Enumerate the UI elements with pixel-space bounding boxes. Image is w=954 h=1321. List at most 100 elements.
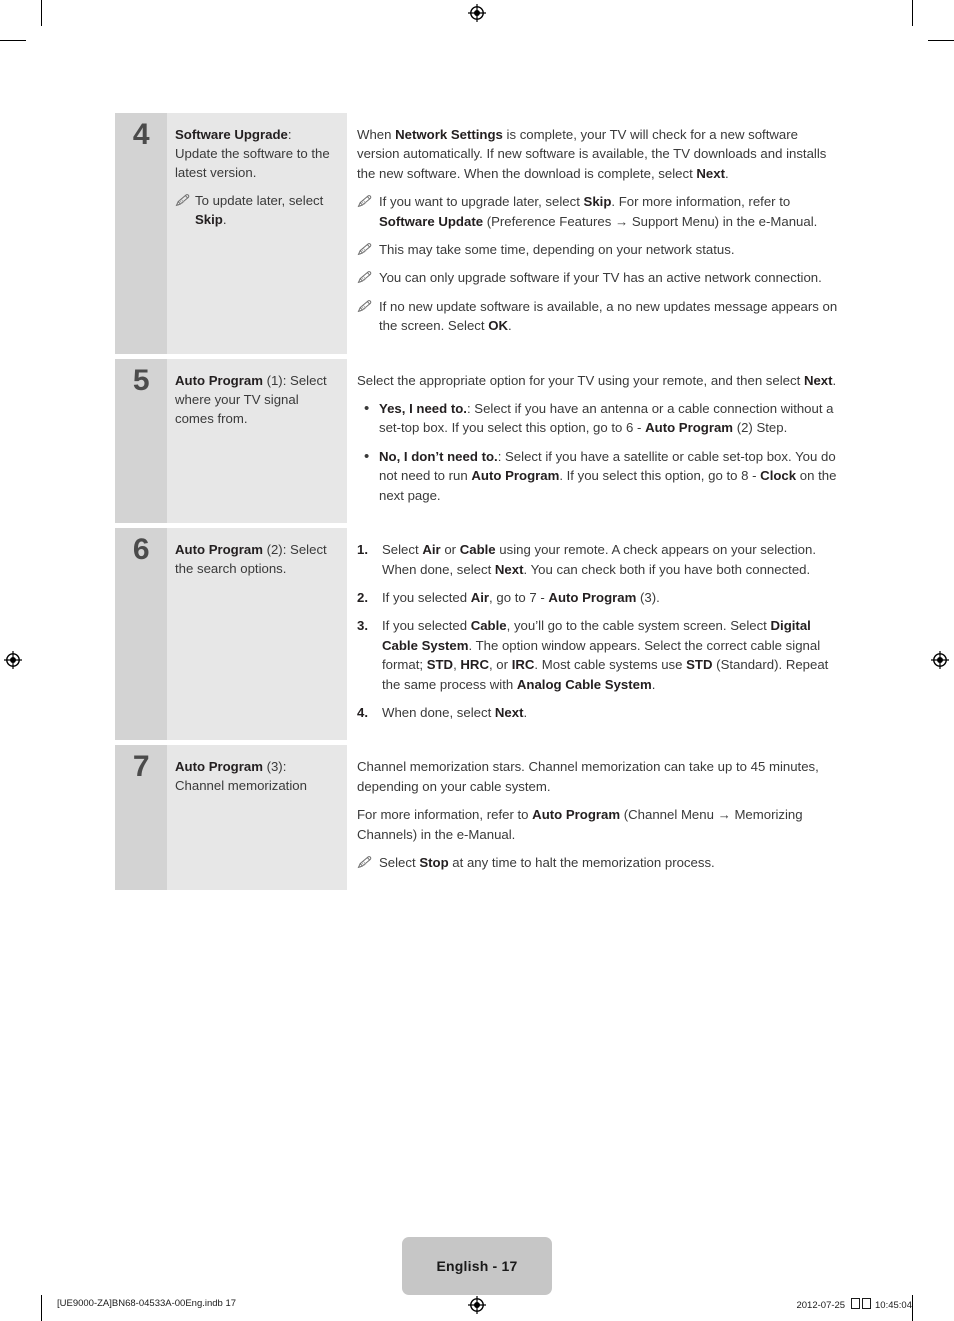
list-marker: 3. [357, 618, 368, 634]
bullet-2-bold-3: Clock [760, 468, 797, 484]
registration-mark-right [931, 651, 949, 669]
item-1-bold-1: Air [422, 542, 441, 558]
step-4-intro-bold-2: Next [696, 165, 725, 181]
step-detail-cell-7: Channel memorization stars. Channel memo… [347, 745, 839, 891]
bullet-1-bold-2: Auto Program [645, 420, 734, 436]
item-1-text-2: or [440, 542, 460, 558]
bullet-2-bold-2: Auto Program [471, 468, 560, 484]
crop-mark-top-right-vertical [912, 0, 913, 26]
step-5-intro-text-2: . [832, 372, 837, 388]
step-4-detail-note-4: If no new update software is available, … [357, 297, 839, 336]
print-time: 10:45:04 [875, 1300, 912, 1311]
step-4-intro-paragraph: When Network Settings is complete, your … [357, 125, 839, 183]
step-4-desc-body: Update the software to the latest versio… [175, 146, 330, 180]
page-number-label: English - 17 [436, 1258, 518, 1274]
item-4-bold-1: Next [494, 704, 524, 720]
print-timestamp: 2012-07-25 10:45:04 [796, 1298, 912, 1311]
step-5-title-bold: Auto Program [175, 372, 263, 388]
table-row-step-5: 5 Auto Program (1): Select where your TV… [115, 358, 839, 524]
registration-mark-top [468, 4, 486, 22]
list-marker: 2. [357, 589, 368, 605]
step-4-description: Software Upgrade: Update the software to… [175, 125, 333, 182]
step-4-intro-text-3: . [725, 165, 729, 181]
item-3-bold-1: Cable [470, 618, 507, 634]
note-2-text-1: This may take some time, depending on yo… [379, 242, 735, 258]
table-row-step-7: 7 Auto Program (3): Channel memorization… [115, 745, 839, 891]
step-6-numbered-list: 1. Select Air or Cable using your remote.… [357, 540, 839, 722]
step-4-note-bold: Skip [195, 212, 223, 227]
step-7-p2-text-1: For more information, refer to [357, 807, 533, 823]
step-4-intro-text-1: When [357, 127, 396, 142]
pencil-note-icon [175, 193, 191, 207]
item-2-text-3: (3). [636, 589, 660, 605]
table-row-step-6: 6 Auto Program (2): Select the search op… [115, 528, 839, 741]
step-5-description: Auto Program (1): Select where your TV s… [175, 371, 333, 428]
item-3-text-1: If you selected [382, 618, 471, 634]
list-item: 2. If you selected Air, go to 7 - Auto Pr… [357, 588, 839, 607]
item-3-bold-7: Analog Cable System [516, 676, 652, 692]
item-3-bold-5: IRC [511, 657, 535, 673]
item-2-bold-1: Air [470, 589, 490, 605]
item-1-text-1: Select [382, 542, 423, 558]
note-1-bold-1: Skip [583, 194, 612, 210]
step-5-bullet-list: Yes, I need to.: Select if you have an a… [357, 398, 839, 505]
step-description-cell-6: Auto Program (2): Select the search opti… [167, 528, 347, 741]
item-2-text-2: , go to 7 - [489, 589, 549, 605]
note-1-text-1: If you want to upgrade later, select [379, 194, 584, 210]
item-3-text-8: . [651, 676, 656, 692]
step-detail-cell-5: Select the appropriate option for your T… [347, 358, 839, 524]
step-4-note-post: . [222, 212, 227, 227]
step-description-cell-4: Software Upgrade: Update the software to… [167, 113, 347, 354]
item-3-text-5: , or [488, 657, 512, 673]
pencil-note-icon [357, 270, 373, 284]
crop-mark-top-left-horizontal [0, 40, 26, 41]
list-item: Yes, I need to.: Select if you have an a… [357, 398, 839, 438]
step-7-desc-body: Channel memorization [175, 778, 307, 794]
step-7-note-bold-1: Stop [419, 854, 449, 870]
step-number-cell-7: 7 [115, 745, 167, 891]
step-4-title-bold: Software Upgrade [175, 127, 288, 142]
item-3-bold-3: STD [426, 657, 454, 673]
missing-glyph-icon [862, 1298, 872, 1309]
step-4-detail-note-1: If you want to upgrade later, select Ski… [357, 192, 839, 231]
step-7-detail-note: Select Stop at any time to halt the memo… [357, 853, 839, 872]
step-6-title-bold: Auto Program [175, 542, 263, 558]
footer-rule-left [41, 1295, 42, 1321]
item-4-text-2: . [523, 704, 528, 720]
list-item: 3. If you selected Cable, you’ll go to th… [357, 616, 839, 694]
registration-mark-bottom [468, 1296, 486, 1314]
step-number-cell-4: 4 [115, 113, 167, 354]
step-5-intro-paragraph: Select the appropriate option for your T… [357, 371, 839, 390]
step-4-intro-bold-1: Network Settings [395, 127, 503, 142]
item-3-bold-6: STD [686, 657, 713, 673]
print-date: 2012-07-25 [796, 1300, 846, 1311]
step-number-cell-5: 5 [115, 358, 167, 524]
setup-steps-section: 4 Software Upgrade: Update the software … [115, 113, 839, 891]
step-number-5: 5 [132, 363, 150, 397]
step-description-cell-7: Auto Program (3): Channel memorization [167, 745, 347, 891]
item-2-text-1: If you selected [382, 589, 471, 605]
step-7-note-text-2: at any time to halt the memorization pro… [448, 854, 715, 870]
crop-mark-top-left-vertical [41, 0, 42, 26]
step-7-title-bold: Auto Program [175, 759, 263, 775]
item-3-text-2: , you’ll go to the cable system screen. … [506, 618, 771, 634]
note-4-bold-1: OK [488, 318, 509, 334]
item-4-text-1: When done, select [382, 704, 495, 720]
bullet-1-bold-1: Yes, I need to. [379, 401, 467, 417]
step-4-note-pre: To update later, select [195, 193, 324, 208]
step-number-cell-6: 6 [115, 528, 167, 741]
step-4-title-rest: : [287, 127, 292, 142]
step-detail-cell-4: When Network Settings is complete, your … [347, 113, 839, 354]
footer-rule-right [912, 1295, 913, 1321]
pencil-note-icon [357, 242, 373, 256]
step-7-note-text-1: Select [379, 854, 420, 870]
bullet-1-text-2: (2) Step. [733, 420, 788, 436]
pencil-note-icon [357, 194, 373, 208]
note-1-text-2: . For more information, refer to [611, 194, 791, 210]
bullet-2-bold-1: No, I don’t need to. [379, 448, 498, 464]
step-6-title-rest: (2): [262, 542, 287, 558]
list-item: 4. When done, select Next. [357, 703, 839, 722]
step-7-description: Auto Program (3): Channel memorization [175, 757, 333, 795]
pencil-note-icon [357, 855, 373, 869]
step-number-6: 6 [132, 533, 150, 567]
